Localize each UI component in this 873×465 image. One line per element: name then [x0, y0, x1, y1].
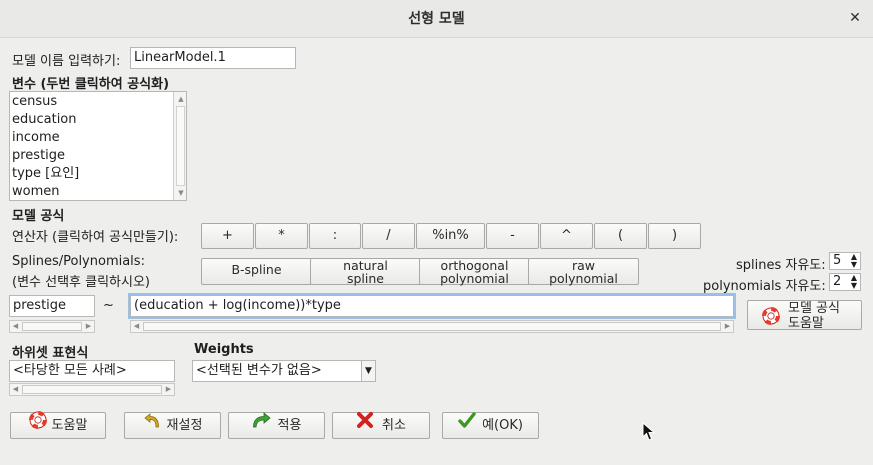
reset-button[interactable]: 재설정: [124, 412, 221, 439]
operator-button[interactable]: /: [362, 223, 415, 249]
operator-button[interactable]: *: [255, 223, 308, 249]
scrollbar-thumb[interactable]: [176, 106, 185, 186]
scrollbar-thumb[interactable]: [143, 322, 721, 331]
variable-list-item[interactable]: census: [11, 93, 171, 111]
spline-button-label-line2: polynomial: [440, 271, 509, 286]
spin-down-icon[interactable]: ▼: [849, 261, 859, 269]
subset-label: 하위셋 표현식: [12, 346, 89, 361]
subset-scrollbar[interactable]: ◀ ▶: [9, 383, 175, 396]
variables-listbox[interactable]: census education income prestige type [요인] wo…: [9, 91, 187, 201]
rhs-formula-input[interactable]: (education + log(income))*type: [128, 293, 736, 319]
operator-button[interactable]: :: [309, 223, 361, 249]
formula-help-label-line1: 모델 공식: [788, 301, 840, 316]
scroll-right-icon[interactable]: ▶: [163, 384, 174, 395]
splines-df-value: 5: [833, 253, 842, 268]
help-button[interactable]: 도움말: [10, 410, 106, 439]
tilde-label: ~: [103, 298, 114, 313]
mouse-cursor-icon: [642, 421, 656, 446]
formula-help-label-line2: 도움말: [788, 316, 824, 331]
subset-input[interactable]: <타당한 모든 사례>: [9, 360, 175, 382]
lhs-scrollbar[interactable]: ◀ ▶: [9, 320, 95, 333]
poly-df-label: polynomials 자유도:: [703, 279, 826, 294]
operator-button[interactable]: -: [486, 223, 539, 249]
operator-button[interactable]: %in%: [416, 223, 485, 249]
scroll-right-icon[interactable]: ▶: [83, 321, 94, 332]
cancel-button-label: 취소: [382, 418, 406, 433]
apply-button-label: 적용: [277, 418, 302, 433]
spin-down-icon[interactable]: ▼: [849, 282, 859, 290]
splines-label-line2: (변수 선택후 클릭하시오): [12, 275, 151, 290]
lhs-input[interactable]: prestige: [9, 295, 95, 317]
variable-list-item[interactable]: women: [11, 183, 171, 200]
ok-button[interactable]: 예(OK): [442, 411, 539, 439]
operator-button[interactable]: (: [594, 223, 647, 249]
model-name-label: 모델 이름 입력하기:: [12, 54, 121, 69]
lifebuoy-icon: [28, 410, 47, 438]
spline-button[interactable]: orthogonal polynomial: [419, 258, 530, 285]
operator-button[interactable]: ): [648, 223, 701, 249]
poly-df-value: 2: [833, 274, 842, 289]
scrollbar-thumb[interactable]: [22, 322, 82, 331]
scroll-left-icon[interactable]: ◀: [10, 321, 21, 332]
help-button-label: 도움말: [51, 418, 88, 433]
splines-label-line1: Splines/Polynomials:: [12, 254, 145, 269]
variables-list: census education income prestige type [요인] wo…: [11, 93, 171, 200]
reset-button-label: 재설정: [166, 418, 203, 433]
operators-label: 연산자 (클릭하여 공식만들기):: [12, 230, 179, 245]
lifebuoy-icon: [762, 307, 780, 329]
operator-button[interactable]: +: [201, 223, 254, 249]
spline-button-label-line2: polynomial: [549, 271, 618, 286]
window-title: 선형 모델: [408, 11, 465, 27]
spline-button[interactable]: natural spline: [310, 258, 421, 285]
variables-scrollbar[interactable]: ▲ ▼: [173, 92, 186, 200]
rhs-scrollbar[interactable]: ◀ ▶: [130, 320, 734, 333]
variables-label: 변수 (두번 클릭하여 공식화): [12, 77, 170, 92]
redo-arrow-icon: [252, 411, 272, 438]
close-icon[interactable]: ✕: [846, 9, 864, 27]
variable-list-item[interactable]: prestige: [11, 147, 171, 165]
model-name-input[interactable]: LinearModel.1: [130, 47, 296, 69]
apply-button[interactable]: 적용: [228, 411, 325, 439]
operator-button[interactable]: ^: [540, 223, 593, 249]
formula-help-button[interactable]: 모델 공식 도움말: [747, 300, 862, 331]
poly-df-spinbox[interactable]: 2 ▲ ▼: [829, 273, 861, 291]
scroll-up-icon[interactable]: ▲: [175, 93, 186, 105]
undo-arrow-icon: [143, 411, 161, 438]
scroll-left-icon[interactable]: ◀: [131, 321, 142, 332]
red-x-icon: [356, 411, 374, 438]
variable-list-item[interactable]: education: [11, 111, 171, 129]
scrollbar-thumb[interactable]: [22, 385, 162, 394]
ok-button-label: 예(OK): [482, 418, 523, 433]
green-check-icon: [458, 411, 476, 438]
cancel-button[interactable]: 취소: [332, 411, 430, 439]
formula-section-label: 모델 공식: [12, 209, 65, 224]
variable-list-item[interactable]: income: [11, 129, 171, 147]
weights-label: Weights: [194, 342, 254, 357]
weights-selected-value: <선택된 변수가 없음>: [196, 363, 322, 378]
variable-list-item[interactable]: type [요인]: [11, 165, 171, 183]
scroll-left-icon[interactable]: ◀: [10, 384, 21, 395]
spline-button-label-line2: spline: [346, 271, 384, 286]
spline-button[interactable]: raw polynomial: [528, 258, 639, 285]
chevron-down-icon[interactable]: ▼: [361, 361, 375, 381]
splines-df-spinbox[interactable]: 5 ▲ ▼: [829, 252, 861, 270]
spline-button[interactable]: B-spline: [201, 258, 312, 285]
spline-button-label-line1: B-spline: [231, 262, 282, 277]
scroll-right-icon[interactable]: ▶: [722, 321, 733, 332]
weights-combobox[interactable]: <선택된 변수가 없음> ▼: [192, 360, 376, 382]
scroll-down-icon[interactable]: ▼: [175, 187, 186, 199]
splines-df-label: splines 자유도:: [736, 258, 826, 273]
